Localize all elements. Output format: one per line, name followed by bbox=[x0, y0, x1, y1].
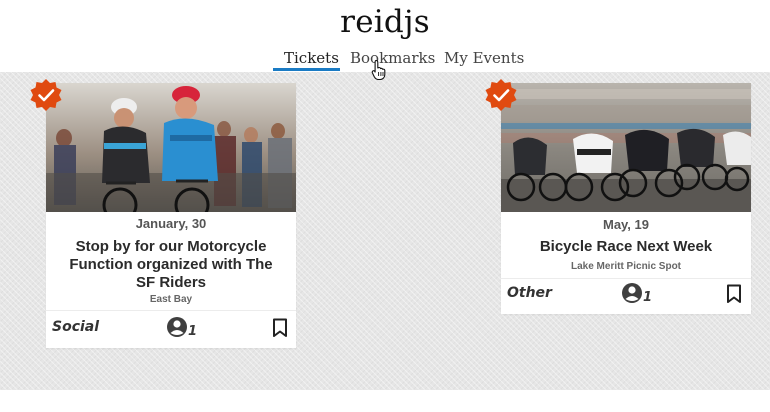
event-category: Other bbox=[507, 285, 552, 301]
event-title[interactable]: Bicycle Race Next Week bbox=[519, 238, 733, 256]
check-badge-icon bbox=[30, 79, 62, 111]
hand-pointer-cursor-icon bbox=[371, 59, 389, 81]
event-category: Social bbox=[52, 319, 100, 335]
attendee-count: 1 bbox=[188, 324, 198, 339]
bookmark-button[interactable] bbox=[272, 318, 288, 338]
tab-tickets[interactable]: Tickets bbox=[284, 49, 339, 67]
attendees-button[interactable]: 1 bbox=[166, 316, 202, 342]
ticketed-badge bbox=[484, 78, 518, 112]
event-card[interactable]: May, 19 Bicycle Race Next Week Lake Meri… bbox=[501, 83, 751, 314]
active-tab-indicator bbox=[273, 68, 340, 71]
user-circle-icon bbox=[622, 283, 642, 303]
attendee-count: 1 bbox=[643, 290, 653, 305]
bookmark-icon bbox=[727, 284, 741, 303]
tab-bookmarks[interactable]: Bookmarks bbox=[350, 49, 435, 67]
ticketed-badge bbox=[29, 78, 63, 112]
event-title[interactable]: Stop by for our Motorcycle Function orga… bbox=[64, 238, 278, 292]
event-date: January, 30 bbox=[135, 216, 207, 231]
event-location: East Bay bbox=[149, 294, 193, 305]
app-title: reidjs bbox=[340, 4, 430, 40]
user-circle-icon bbox=[167, 317, 187, 337]
check-badge-icon bbox=[485, 79, 517, 111]
bookmark-button[interactable] bbox=[726, 284, 742, 304]
attendees-button[interactable]: 1 bbox=[621, 282, 657, 308]
event-image bbox=[46, 83, 296, 212]
event-card[interactable]: January, 30 Stop by for our Motorcycle F… bbox=[46, 83, 296, 348]
card-divider bbox=[501, 278, 751, 279]
event-date: May, 19 bbox=[602, 217, 649, 232]
event-location: Lake Meritt Picnic Spot bbox=[570, 261, 682, 272]
card-divider bbox=[46, 310, 296, 311]
bookmark-icon bbox=[273, 318, 287, 337]
tab-my-events[interactable]: My Events bbox=[444, 49, 524, 67]
event-image bbox=[501, 83, 751, 212]
